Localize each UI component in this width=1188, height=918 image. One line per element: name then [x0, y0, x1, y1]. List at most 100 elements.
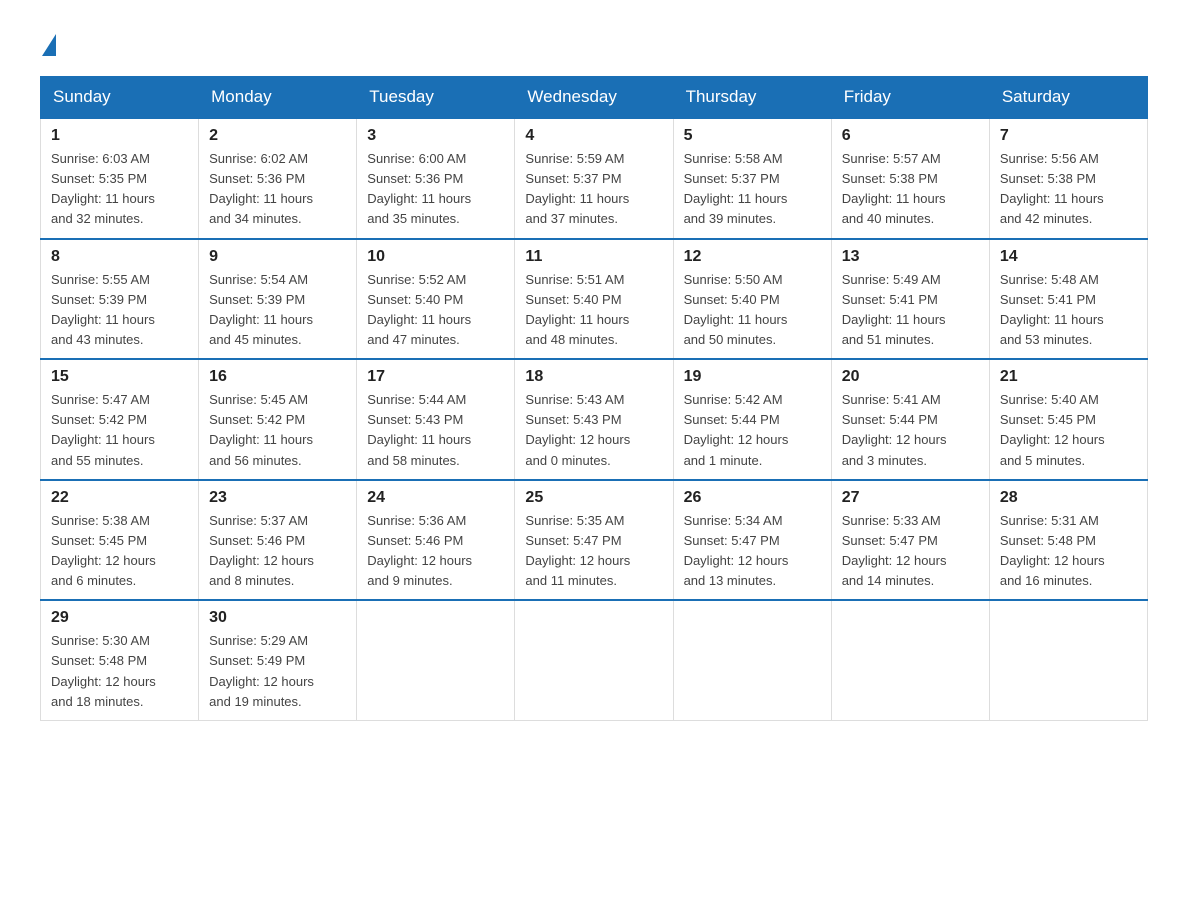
day-number: 21 — [1000, 368, 1137, 386]
calendar-cell: 26 Sunrise: 5:34 AMSunset: 5:47 PMDaylig… — [673, 480, 831, 601]
day-number: 13 — [842, 248, 979, 266]
day-number: 4 — [525, 127, 662, 145]
day-info: Sunrise: 5:40 AMSunset: 5:45 PMDaylight:… — [1000, 392, 1105, 467]
day-number: 16 — [209, 368, 346, 386]
day-info: Sunrise: 5:49 AMSunset: 5:41 PMDaylight:… — [842, 272, 946, 347]
day-number: 14 — [1000, 248, 1137, 266]
calendar-cell — [989, 600, 1147, 720]
day-info: Sunrise: 5:51 AMSunset: 5:40 PMDaylight:… — [525, 272, 629, 347]
day-info: Sunrise: 5:56 AMSunset: 5:38 PMDaylight:… — [1000, 151, 1104, 226]
header-day-saturday: Saturday — [989, 77, 1147, 119]
calendar-cell: 2 Sunrise: 6:02 AMSunset: 5:36 PMDayligh… — [199, 118, 357, 239]
day-info: Sunrise: 5:45 AMSunset: 5:42 PMDaylight:… — [209, 392, 313, 467]
header-row: SundayMondayTuesdayWednesdayThursdayFrid… — [41, 77, 1148, 119]
day-info: Sunrise: 5:55 AMSunset: 5:39 PMDaylight:… — [51, 272, 155, 347]
calendar-cell: 1 Sunrise: 6:03 AMSunset: 5:35 PMDayligh… — [41, 118, 199, 239]
day-number: 5 — [684, 127, 821, 145]
calendar-cell: 9 Sunrise: 5:54 AMSunset: 5:39 PMDayligh… — [199, 239, 357, 360]
calendar-cell: 4 Sunrise: 5:59 AMSunset: 5:37 PMDayligh… — [515, 118, 673, 239]
calendar-cell: 24 Sunrise: 5:36 AMSunset: 5:46 PMDaylig… — [357, 480, 515, 601]
calendar-cell: 23 Sunrise: 5:37 AMSunset: 5:46 PMDaylig… — [199, 480, 357, 601]
day-info: Sunrise: 5:31 AMSunset: 5:48 PMDaylight:… — [1000, 513, 1105, 588]
day-info: Sunrise: 5:50 AMSunset: 5:40 PMDaylight:… — [684, 272, 788, 347]
day-info: Sunrise: 5:35 AMSunset: 5:47 PMDaylight:… — [525, 513, 630, 588]
calendar-cell: 11 Sunrise: 5:51 AMSunset: 5:40 PMDaylig… — [515, 239, 673, 360]
day-info: Sunrise: 5:42 AMSunset: 5:44 PMDaylight:… — [684, 392, 789, 467]
day-number: 12 — [684, 248, 821, 266]
week-row-2: 8 Sunrise: 5:55 AMSunset: 5:39 PMDayligh… — [41, 239, 1148, 360]
day-number: 10 — [367, 248, 504, 266]
day-number: 25 — [525, 489, 662, 507]
header-day-thursday: Thursday — [673, 77, 831, 119]
calendar-cell: 22 Sunrise: 5:38 AMSunset: 5:45 PMDaylig… — [41, 480, 199, 601]
calendar-cell: 21 Sunrise: 5:40 AMSunset: 5:45 PMDaylig… — [989, 359, 1147, 480]
day-info: Sunrise: 5:59 AMSunset: 5:37 PMDaylight:… — [525, 151, 629, 226]
day-number: 17 — [367, 368, 504, 386]
day-number: 26 — [684, 489, 821, 507]
day-info: Sunrise: 5:54 AMSunset: 5:39 PMDaylight:… — [209, 272, 313, 347]
logo-triangle-icon — [42, 34, 56, 56]
day-info: Sunrise: 5:36 AMSunset: 5:46 PMDaylight:… — [367, 513, 472, 588]
calendar-cell: 17 Sunrise: 5:44 AMSunset: 5:43 PMDaylig… — [357, 359, 515, 480]
calendar-cell — [673, 600, 831, 720]
day-info: Sunrise: 5:52 AMSunset: 5:40 PMDaylight:… — [367, 272, 471, 347]
day-info: Sunrise: 6:02 AMSunset: 5:36 PMDaylight:… — [209, 151, 313, 226]
header-day-tuesday: Tuesday — [357, 77, 515, 119]
calendar-cell: 19 Sunrise: 5:42 AMSunset: 5:44 PMDaylig… — [673, 359, 831, 480]
day-info: Sunrise: 6:03 AMSunset: 5:35 PMDaylight:… — [51, 151, 155, 226]
day-number: 2 — [209, 127, 346, 145]
day-info: Sunrise: 5:41 AMSunset: 5:44 PMDaylight:… — [842, 392, 947, 467]
day-info: Sunrise: 5:38 AMSunset: 5:45 PMDaylight:… — [51, 513, 156, 588]
day-number: 23 — [209, 489, 346, 507]
header-day-wednesday: Wednesday — [515, 77, 673, 119]
day-number: 7 — [1000, 127, 1137, 145]
day-number: 9 — [209, 248, 346, 266]
day-number: 19 — [684, 368, 821, 386]
header-day-sunday: Sunday — [41, 77, 199, 119]
day-number: 20 — [842, 368, 979, 386]
calendar-header: SundayMondayTuesdayWednesdayThursdayFrid… — [41, 77, 1148, 119]
day-info: Sunrise: 5:43 AMSunset: 5:43 PMDaylight:… — [525, 392, 630, 467]
calendar-cell: 7 Sunrise: 5:56 AMSunset: 5:38 PMDayligh… — [989, 118, 1147, 239]
calendar-cell: 25 Sunrise: 5:35 AMSunset: 5:47 PMDaylig… — [515, 480, 673, 601]
calendar-cell: 15 Sunrise: 5:47 AMSunset: 5:42 PMDaylig… — [41, 359, 199, 480]
day-number: 27 — [842, 489, 979, 507]
week-row-4: 22 Sunrise: 5:38 AMSunset: 5:45 PMDaylig… — [41, 480, 1148, 601]
calendar-cell: 14 Sunrise: 5:48 AMSunset: 5:41 PMDaylig… — [989, 239, 1147, 360]
day-number: 22 — [51, 489, 188, 507]
calendar-cell — [515, 600, 673, 720]
calendar-cell: 5 Sunrise: 5:58 AMSunset: 5:37 PMDayligh… — [673, 118, 831, 239]
calendar-cell: 20 Sunrise: 5:41 AMSunset: 5:44 PMDaylig… — [831, 359, 989, 480]
calendar-cell: 27 Sunrise: 5:33 AMSunset: 5:47 PMDaylig… — [831, 480, 989, 601]
day-number: 29 — [51, 609, 188, 627]
calendar-cell: 12 Sunrise: 5:50 AMSunset: 5:40 PMDaylig… — [673, 239, 831, 360]
day-info: Sunrise: 5:33 AMSunset: 5:47 PMDaylight:… — [842, 513, 947, 588]
header-day-monday: Monday — [199, 77, 357, 119]
day-info: Sunrise: 5:47 AMSunset: 5:42 PMDaylight:… — [51, 392, 155, 467]
calendar-cell: 8 Sunrise: 5:55 AMSunset: 5:39 PMDayligh… — [41, 239, 199, 360]
page-header — [40, 30, 1148, 56]
day-info: Sunrise: 5:30 AMSunset: 5:48 PMDaylight:… — [51, 633, 156, 708]
calendar-cell: 28 Sunrise: 5:31 AMSunset: 5:48 PMDaylig… — [989, 480, 1147, 601]
day-number: 15 — [51, 368, 188, 386]
calendar-cell: 6 Sunrise: 5:57 AMSunset: 5:38 PMDayligh… — [831, 118, 989, 239]
day-info: Sunrise: 5:58 AMSunset: 5:37 PMDaylight:… — [684, 151, 788, 226]
calendar-cell: 16 Sunrise: 5:45 AMSunset: 5:42 PMDaylig… — [199, 359, 357, 480]
week-row-1: 1 Sunrise: 6:03 AMSunset: 5:35 PMDayligh… — [41, 118, 1148, 239]
day-info: Sunrise: 5:34 AMSunset: 5:47 PMDaylight:… — [684, 513, 789, 588]
day-number: 30 — [209, 609, 346, 627]
calendar-cell: 3 Sunrise: 6:00 AMSunset: 5:36 PMDayligh… — [357, 118, 515, 239]
day-number: 18 — [525, 368, 662, 386]
day-info: Sunrise: 5:44 AMSunset: 5:43 PMDaylight:… — [367, 392, 471, 467]
calendar-body: 1 Sunrise: 6:03 AMSunset: 5:35 PMDayligh… — [41, 118, 1148, 720]
calendar-cell: 10 Sunrise: 5:52 AMSunset: 5:40 PMDaylig… — [357, 239, 515, 360]
logo — [40, 30, 56, 56]
week-row-3: 15 Sunrise: 5:47 AMSunset: 5:42 PMDaylig… — [41, 359, 1148, 480]
header-day-friday: Friday — [831, 77, 989, 119]
calendar-cell — [831, 600, 989, 720]
calendar-table: SundayMondayTuesdayWednesdayThursdayFrid… — [40, 76, 1148, 721]
day-number: 1 — [51, 127, 188, 145]
day-info: Sunrise: 6:00 AMSunset: 5:36 PMDaylight:… — [367, 151, 471, 226]
day-number: 11 — [525, 248, 662, 266]
day-number: 8 — [51, 248, 188, 266]
